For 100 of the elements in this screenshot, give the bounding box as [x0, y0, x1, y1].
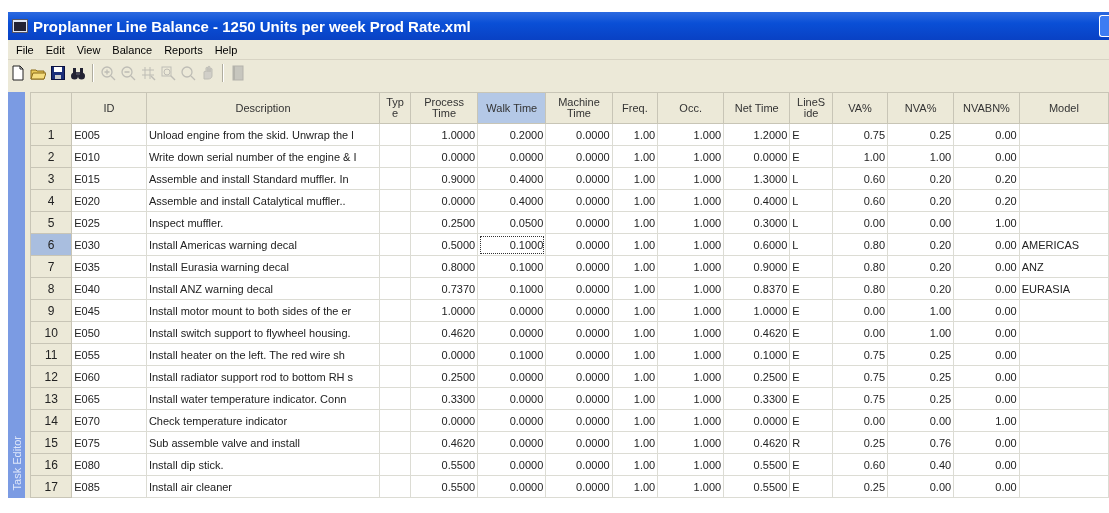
- table-cell: 0.0000: [723, 145, 790, 168]
- table-cell: E: [789, 277, 833, 300]
- binoculars-icon[interactable]: [70, 65, 86, 81]
- column-header[interactable]: ID: [71, 92, 147, 124]
- table-cell: 0.5500: [723, 453, 790, 476]
- column-header[interactable]: Machine Time: [545, 92, 613, 124]
- column-header[interactable]: Typ e: [379, 92, 411, 124]
- table-cell: L: [789, 211, 833, 234]
- table-cell: 1.00: [612, 453, 658, 476]
- table-cell: 0.75: [832, 123, 888, 146]
- table-cell: 0.00: [887, 409, 954, 432]
- row-header[interactable]: 4: [30, 189, 72, 212]
- row-header[interactable]: 12: [30, 365, 72, 388]
- table-cell: 1.000: [657, 211, 724, 234]
- table-cell: 0.4000: [477, 167, 546, 190]
- table-cell: 1.000: [657, 409, 724, 432]
- column-header[interactable]: Model: [1019, 92, 1109, 124]
- column-header[interactable]: Occ.: [657, 92, 724, 124]
- menu-item[interactable]: Balance: [106, 42, 159, 57]
- table-cell: 0.9000: [723, 255, 790, 278]
- row-header[interactable]: 8: [30, 277, 72, 300]
- table-cell: 0.0000: [477, 145, 546, 168]
- table-cell: 0.00: [953, 145, 1020, 168]
- table-cell: 0.00: [832, 299, 888, 322]
- table-cell: 0.2000: [477, 123, 546, 146]
- table-cell: E020: [71, 189, 147, 212]
- table-cell: E: [789, 123, 833, 146]
- row-header[interactable]: 5: [30, 211, 72, 234]
- table-cell: 0.25: [887, 365, 954, 388]
- row-header[interactable]: 11: [30, 343, 72, 366]
- table-cell: E060: [71, 365, 147, 388]
- table-cell: 0.25: [887, 387, 954, 410]
- menu-item[interactable]: File: [10, 42, 40, 57]
- table-cell: E005: [71, 123, 147, 146]
- menu-item[interactable]: Reports: [158, 42, 209, 57]
- table-cell: 0.00: [887, 475, 954, 498]
- row-header[interactable]: 3: [30, 167, 72, 190]
- table-cell: 0.0000: [477, 321, 546, 344]
- table-cell: 0.25: [832, 475, 888, 498]
- table-cell: E: [789, 321, 833, 344]
- row-header[interactable]: 10: [30, 321, 72, 344]
- table-cell: 0.1000: [723, 343, 790, 366]
- column-header[interactable]: NVA%: [887, 92, 954, 124]
- row-header[interactable]: 9: [30, 299, 72, 322]
- column-header[interactable]: LineS ide: [789, 92, 833, 124]
- column-header[interactable]: NVABN%: [953, 92, 1020, 124]
- row-header[interactable]: 15: [30, 431, 72, 454]
- row-header[interactable]: 6: [30, 233, 72, 256]
- row-header[interactable]: 14: [30, 409, 72, 432]
- table-cell: 0.25: [832, 431, 888, 454]
- table-cell: Install dip stick.: [146, 453, 380, 476]
- menu-item[interactable]: Edit: [39, 42, 71, 57]
- table-cell: 0.80: [832, 277, 888, 300]
- menu-item[interactable]: View: [70, 42, 107, 57]
- table-cell: 1.00: [612, 343, 658, 366]
- table-cell: 0.4000: [477, 189, 546, 212]
- column-header[interactable]: Description: [146, 92, 380, 124]
- table-cell: 0.3300: [723, 387, 790, 410]
- table-cell: 0.8370: [723, 277, 790, 300]
- table-cell: Install switch support to flywheel housing.: [146, 321, 380, 344]
- table-cell: 0.60: [832, 453, 888, 476]
- menu-item[interactable]: Help: [208, 42, 244, 57]
- table-cell: Install radiator support rod to bottom RH s: [146, 365, 380, 388]
- table-cell: Install air cleaner: [146, 475, 380, 498]
- table-cell: Inspect muffler.: [146, 211, 380, 234]
- table-cell: 0.00: [887, 211, 954, 234]
- table-cell: 1.000: [657, 475, 724, 498]
- row-header[interactable]: 16: [30, 453, 72, 476]
- new-document-icon[interactable]: [10, 65, 26, 81]
- row-header[interactable]: 13: [30, 387, 72, 410]
- column-header[interactable]: VA%: [832, 92, 888, 124]
- table-cell: E: [789, 145, 833, 168]
- table-cell: 0.0000: [545, 189, 613, 212]
- table-cell: 0.0000: [477, 409, 546, 432]
- table-cell: 0.00: [953, 123, 1020, 146]
- column-header[interactable]: Process Time: [410, 92, 478, 124]
- table-cell: 1.00: [953, 211, 1020, 234]
- table-cell: Install Eurasia warning decal: [146, 255, 380, 278]
- row-header[interactable]: 17: [30, 475, 72, 498]
- table-cell: 0.00: [953, 277, 1020, 300]
- row-header[interactable]: 1: [30, 123, 72, 146]
- column-header[interactable]: Walk Time: [477, 92, 546, 124]
- table-cell: E: [789, 255, 833, 278]
- table-cell: 0.0000: [477, 387, 546, 410]
- table-cell: 0.0000: [477, 299, 546, 322]
- table-cell: 0.75: [832, 387, 888, 410]
- table-cell: 0.4620: [723, 431, 790, 454]
- table-cell: 0.00: [832, 409, 888, 432]
- column-header[interactable]: Net Time: [723, 92, 790, 124]
- table-cell: E: [789, 365, 833, 388]
- window-control-button[interactable]: [1099, 15, 1109, 37]
- table-cell: 1.000: [657, 343, 724, 366]
- column-header[interactable]: Freq.: [612, 92, 658, 124]
- table-cell: E: [789, 299, 833, 322]
- row-header[interactable]: 7: [30, 255, 72, 278]
- table-cell: 0.5000: [410, 233, 478, 256]
- table-cell: 1.0000: [410, 123, 478, 146]
- row-header[interactable]: 2: [30, 145, 72, 168]
- table-cell: E070: [71, 409, 147, 432]
- table-cell: 0.0000: [545, 145, 613, 168]
